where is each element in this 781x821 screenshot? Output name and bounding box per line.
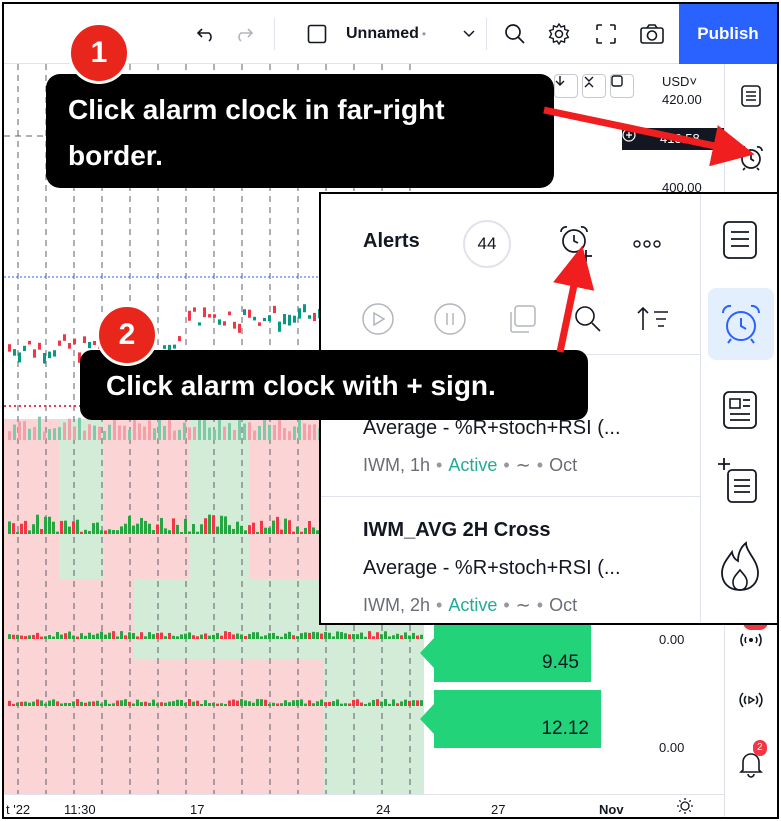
arrow-to-create-alert [553, 245, 595, 353]
arrow-to-sidebar-alarm [543, 106, 755, 167]
annotation-arrows [543, 106, 755, 353]
screenshot-frame: Unnamed • Publish 9.45 12.12 0.00 0.00 U… [2, 2, 779, 819]
